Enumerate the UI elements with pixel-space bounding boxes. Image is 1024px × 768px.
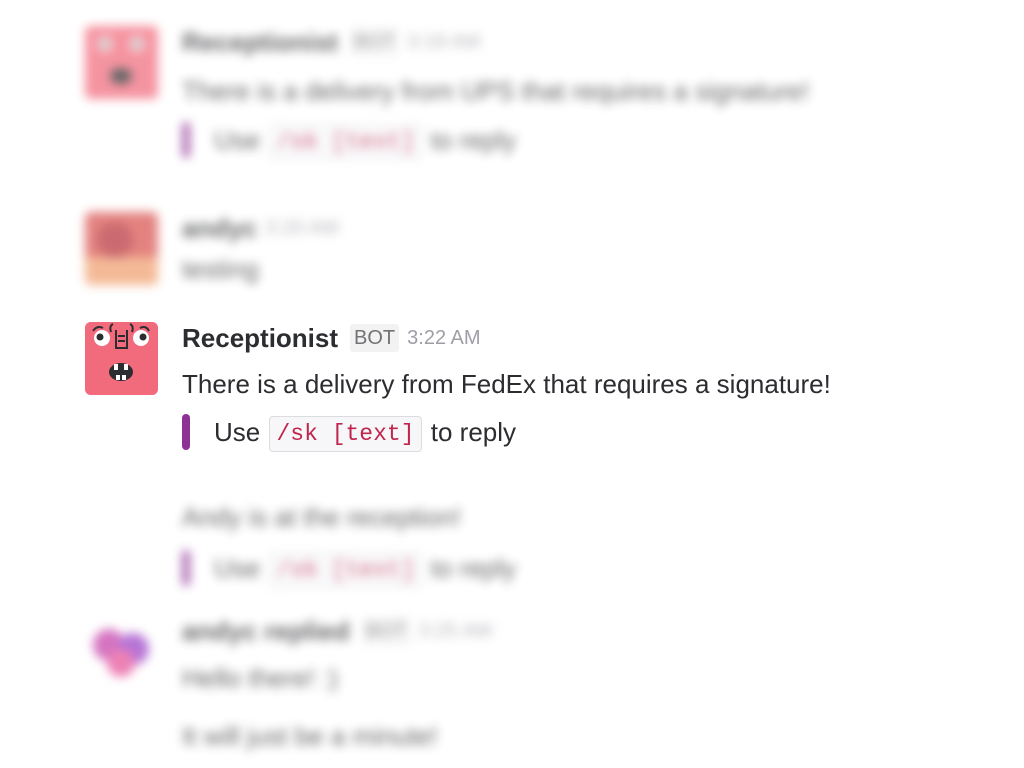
attachment: Use /sk [text] to reply xyxy=(182,412,982,452)
receptionist-robot-face-icon[interactable] xyxy=(85,322,158,395)
attachment-bar xyxy=(182,414,190,450)
attachment-suffix: to reply xyxy=(430,417,517,447)
attachment-prefix: Use xyxy=(214,417,261,447)
message-text: Andy is at the reception! xyxy=(182,502,461,532)
andyc-avatar-icon[interactable] xyxy=(85,212,158,285)
timestamp[interactable]: 3:20 AM xyxy=(265,217,338,239)
attachment-suffix: to reply xyxy=(430,553,517,583)
attachment: Use /sk [text] to reply xyxy=(182,548,982,588)
receptionist-avatar-icon[interactable] xyxy=(85,26,158,99)
slash-command-code: /sk [text] xyxy=(269,552,422,588)
slash-command-code: /sk [text] xyxy=(269,416,422,452)
author-name[interactable]: Receptionist xyxy=(182,27,338,57)
author-name[interactable]: andyc replied xyxy=(182,616,350,646)
attachment-suffix: to reply xyxy=(430,125,517,155)
bot-badge: BOT xyxy=(350,324,400,352)
message-text: There is a delivery from UPS that requir… xyxy=(182,76,810,106)
message-text-line-1: Hello there! :) xyxy=(182,663,339,693)
timestamp[interactable]: 3:22 AM xyxy=(407,327,480,349)
author-name[interactable]: andyc xyxy=(182,213,257,243)
timestamp[interactable]: 3:25 AM xyxy=(419,620,492,642)
bot-badge: BOT xyxy=(361,617,411,645)
message-feed: Receptionist BOT 3:18 AM There is a delive… xyxy=(0,0,1024,768)
hearts-avatar-icon[interactable] xyxy=(85,615,158,688)
attachment-prefix: Use xyxy=(214,553,261,583)
attachment: Use /sk [text] to reply xyxy=(182,120,982,160)
message-text-line-2: It will just be a minute! xyxy=(182,721,438,751)
timestamp[interactable]: 3:18 AM xyxy=(407,31,480,53)
message-text: There is a delivery from FedEx that requ… xyxy=(182,369,831,399)
slash-command-code: /sk [text] xyxy=(269,124,422,160)
attachment-prefix: Use xyxy=(214,125,261,155)
message-text: testing xyxy=(182,254,259,284)
bot-badge: BOT xyxy=(350,28,400,56)
attachment-bar xyxy=(182,122,190,158)
attachment-bar xyxy=(182,550,190,586)
author-name[interactable]: Receptionist xyxy=(182,323,338,353)
